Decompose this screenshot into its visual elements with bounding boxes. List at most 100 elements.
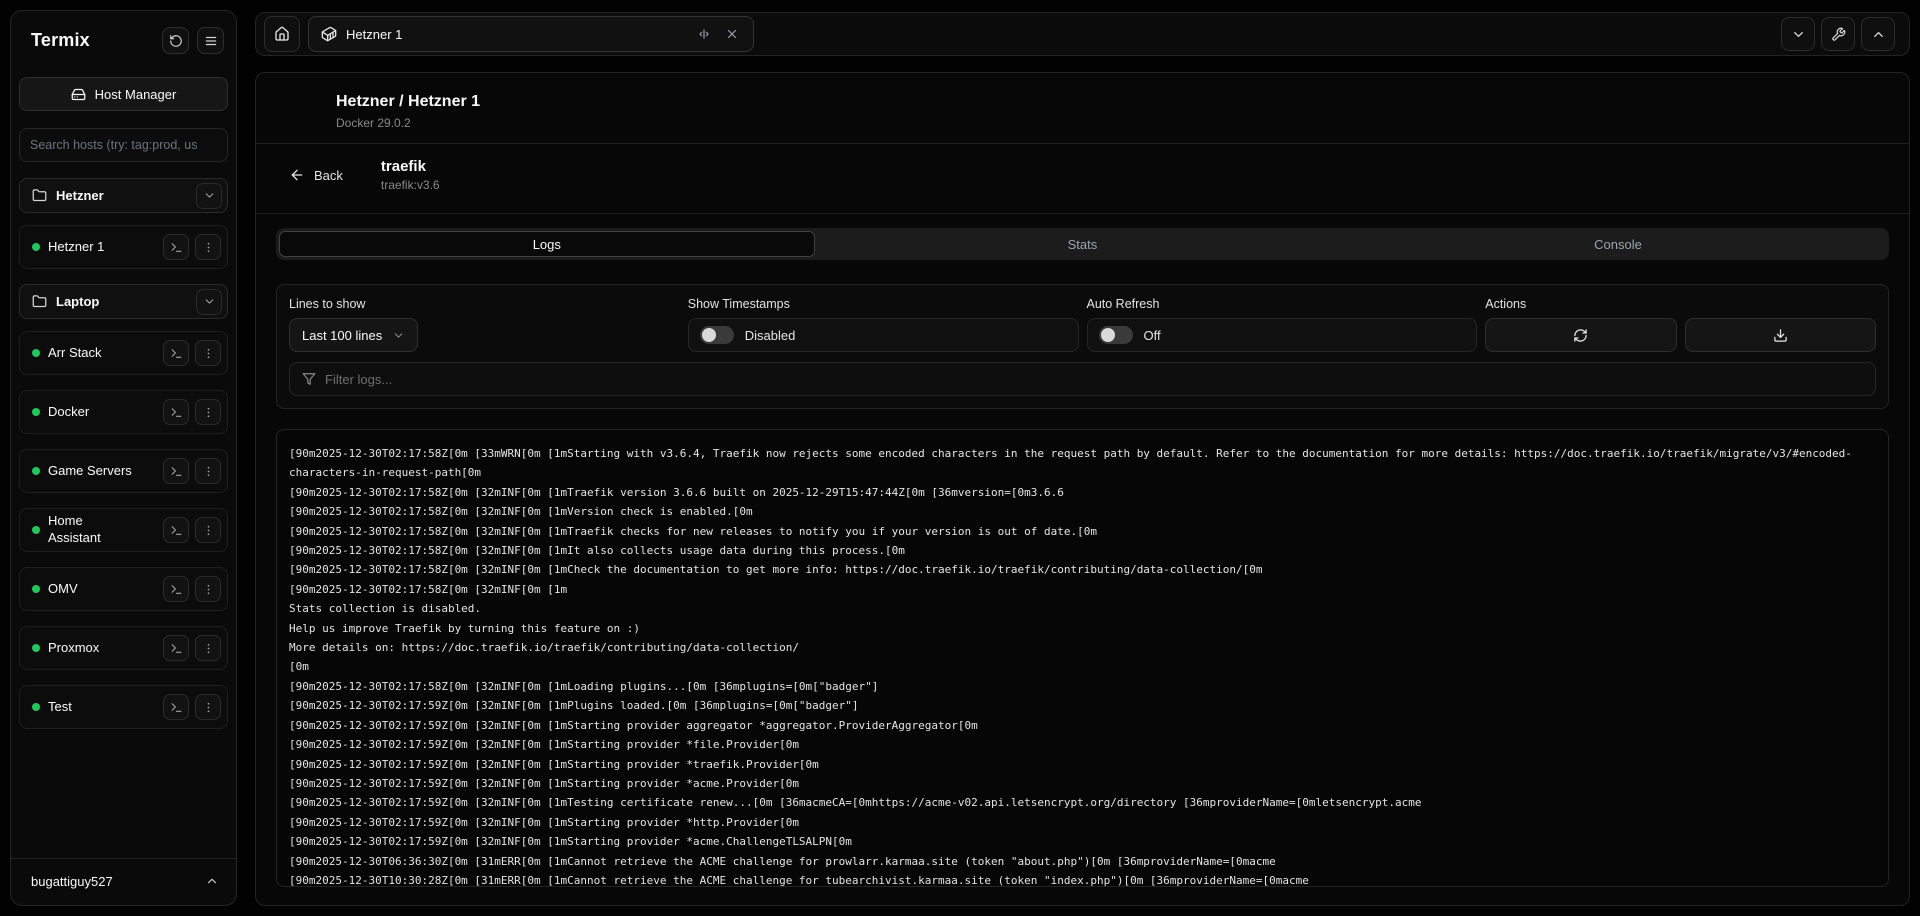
container-view-panel: Hetzner / Hetzner 1 Docker 29.0.2 Back t… (255, 72, 1910, 906)
host-row-test[interactable]: Test (19, 685, 228, 729)
tools-button[interactable] (1821, 17, 1855, 51)
tab-hetzner-1[interactable]: Hetzner 1 (308, 16, 754, 52)
search-hosts-input[interactable] (30, 138, 217, 152)
host-status-dot (32, 349, 40, 357)
host-status-dot (32, 243, 40, 251)
sidebar: Termix Host Manager Hetzner (10, 10, 237, 906)
terminal-icon (170, 406, 183, 419)
log-line: [90m2025-12-30T02:17:58Z[0m [32mINF[0m [… (289, 560, 1876, 579)
filter-logs-input[interactable] (325, 372, 1863, 387)
show-timestamps-label: Show Timestamps (688, 297, 1079, 311)
host-row-home-assistant[interactable]: Home Assistant (19, 508, 228, 552)
container-image: traefik:v3.6 (381, 178, 440, 192)
kebab-menu-icon (202, 241, 215, 254)
host-row-docker[interactable]: Docker (19, 390, 228, 434)
terminal-icon (170, 583, 183, 596)
actions-group: Actions (1485, 297, 1876, 352)
lines-to-show-value: Last 100 lines (302, 328, 382, 343)
host-group-hetzner: Hetzner Hetzner 1 (19, 178, 228, 269)
log-output[interactable]: [90m2025-12-30T02:17:58Z[0m [33mWRN[0m [… (276, 429, 1889, 887)
host-menu-button[interactable] (195, 399, 221, 425)
auto-refresh-switch[interactable] (1099, 326, 1133, 344)
host-terminal-button[interactable] (163, 234, 189, 260)
chevron-down-icon (203, 189, 216, 202)
host-row-game-servers[interactable]: Game Servers (19, 449, 228, 493)
user-menu-button[interactable] (200, 869, 224, 893)
docker-version: Docker 29.0.2 (336, 116, 1885, 130)
group-collapse-button[interactable] (196, 183, 222, 209)
show-timestamps-switch[interactable] (700, 326, 734, 344)
host-terminal-button[interactable] (163, 635, 189, 661)
host-terminal-button[interactable] (163, 399, 189, 425)
collapse-panel-button[interactable] (1781, 17, 1815, 51)
group-header-laptop[interactable]: Laptop (19, 284, 228, 319)
log-line: [90m2025-12-30T02:17:58Z[0m [32mINF[0m [… (289, 522, 1876, 541)
log-line: [90m2025-12-30T02:17:59Z[0m [32mINF[0m [… (289, 832, 1876, 851)
lines-to-show-select[interactable]: Last 100 lines (289, 318, 418, 352)
log-line: [90m2025-12-30T02:17:59Z[0m [32mINF[0m [… (289, 735, 1876, 754)
auto-refresh-label: Auto Refresh (1087, 297, 1478, 311)
host-group-laptop: Laptop Arr Stack Docker (19, 284, 228, 729)
host-menu-button[interactable] (195, 635, 221, 661)
kebab-menu-icon (202, 465, 215, 478)
host-row-hetzner-1[interactable]: Hetzner 1 (19, 225, 228, 269)
terminal-icon (170, 524, 183, 537)
host-manager-button[interactable]: Host Manager (19, 77, 228, 111)
expand-panel-button[interactable] (1861, 17, 1895, 51)
app-title: Termix (31, 30, 154, 51)
host-row-proxmox[interactable]: Proxmox (19, 626, 228, 670)
host-status-dot (32, 408, 40, 416)
tab-console[interactable]: Console (1350, 231, 1886, 257)
host-terminal-button[interactable] (163, 340, 189, 366)
home-button[interactable] (264, 16, 300, 52)
rotate-ccw-icon (169, 34, 183, 48)
group-name: Laptop (56, 294, 187, 309)
split-view-button[interactable] (695, 25, 713, 43)
host-terminal-button[interactable] (163, 458, 189, 484)
chevron-up-icon (205, 874, 219, 888)
download-icon (1773, 328, 1788, 343)
host-menu-button[interactable] (195, 340, 221, 366)
funnel-icon (302, 372, 316, 386)
arrow-left-icon (289, 167, 305, 183)
terminal-icon (170, 701, 183, 714)
host-terminal-button[interactable] (163, 517, 189, 543)
sidebar-footer: bugattiguy527 (11, 858, 236, 905)
host-row-omv[interactable]: OMV (19, 567, 228, 611)
kebab-menu-icon (202, 406, 215, 419)
host-menu-button[interactable] (195, 458, 221, 484)
switch-knob (702, 328, 716, 342)
log-line: Stats collection is disabled. (289, 599, 1876, 618)
auto-refresh-row: Off (1087, 318, 1478, 352)
download-logs-button[interactable] (1685, 318, 1876, 352)
host-terminal-button[interactable] (163, 576, 189, 602)
sidebar-menu-button[interactable] (197, 27, 224, 54)
host-menu-button[interactable] (195, 234, 221, 260)
host-row-arr-stack[interactable]: Arr Stack (19, 331, 228, 375)
group-name: Hetzner (56, 188, 187, 203)
host-terminal-button[interactable] (163, 694, 189, 720)
tab-logs[interactable]: Logs (279, 231, 815, 257)
sidebar-refresh-button[interactable] (162, 27, 189, 54)
terminal-icon (170, 347, 183, 360)
back-button[interactable]: Back (289, 167, 343, 183)
search-hosts-box (19, 128, 228, 162)
group-collapse-button[interactable] (196, 289, 222, 315)
log-line: [90m2025-12-30T02:17:58Z[0m [32mINF[0m [… (289, 677, 1876, 696)
container-info: traefik traefik:v3.6 (381, 158, 440, 192)
log-line: [0m (289, 657, 1876, 676)
host-menu-button[interactable] (195, 694, 221, 720)
host-status-dot (32, 467, 40, 475)
lines-to-show-group: Lines to show Last 100 lines (289, 297, 680, 352)
close-tab-button[interactable] (723, 25, 741, 43)
container-icon (321, 26, 337, 42)
tab-stats[interactable]: Stats (815, 231, 1351, 257)
log-line: [90m2025-12-30T02:17:59Z[0m [32mINF[0m [… (289, 755, 1876, 774)
refresh-logs-button[interactable] (1485, 318, 1676, 352)
host-name: Home Assistant (48, 513, 134, 547)
log-line: [90m2025-12-30T02:17:58Z[0m [33mWRN[0m [… (289, 444, 1876, 483)
host-menu-button[interactable] (195, 517, 221, 543)
group-header-hetzner[interactable]: Hetzner (19, 178, 228, 213)
kebab-menu-icon (202, 524, 215, 537)
host-menu-button[interactable] (195, 576, 221, 602)
